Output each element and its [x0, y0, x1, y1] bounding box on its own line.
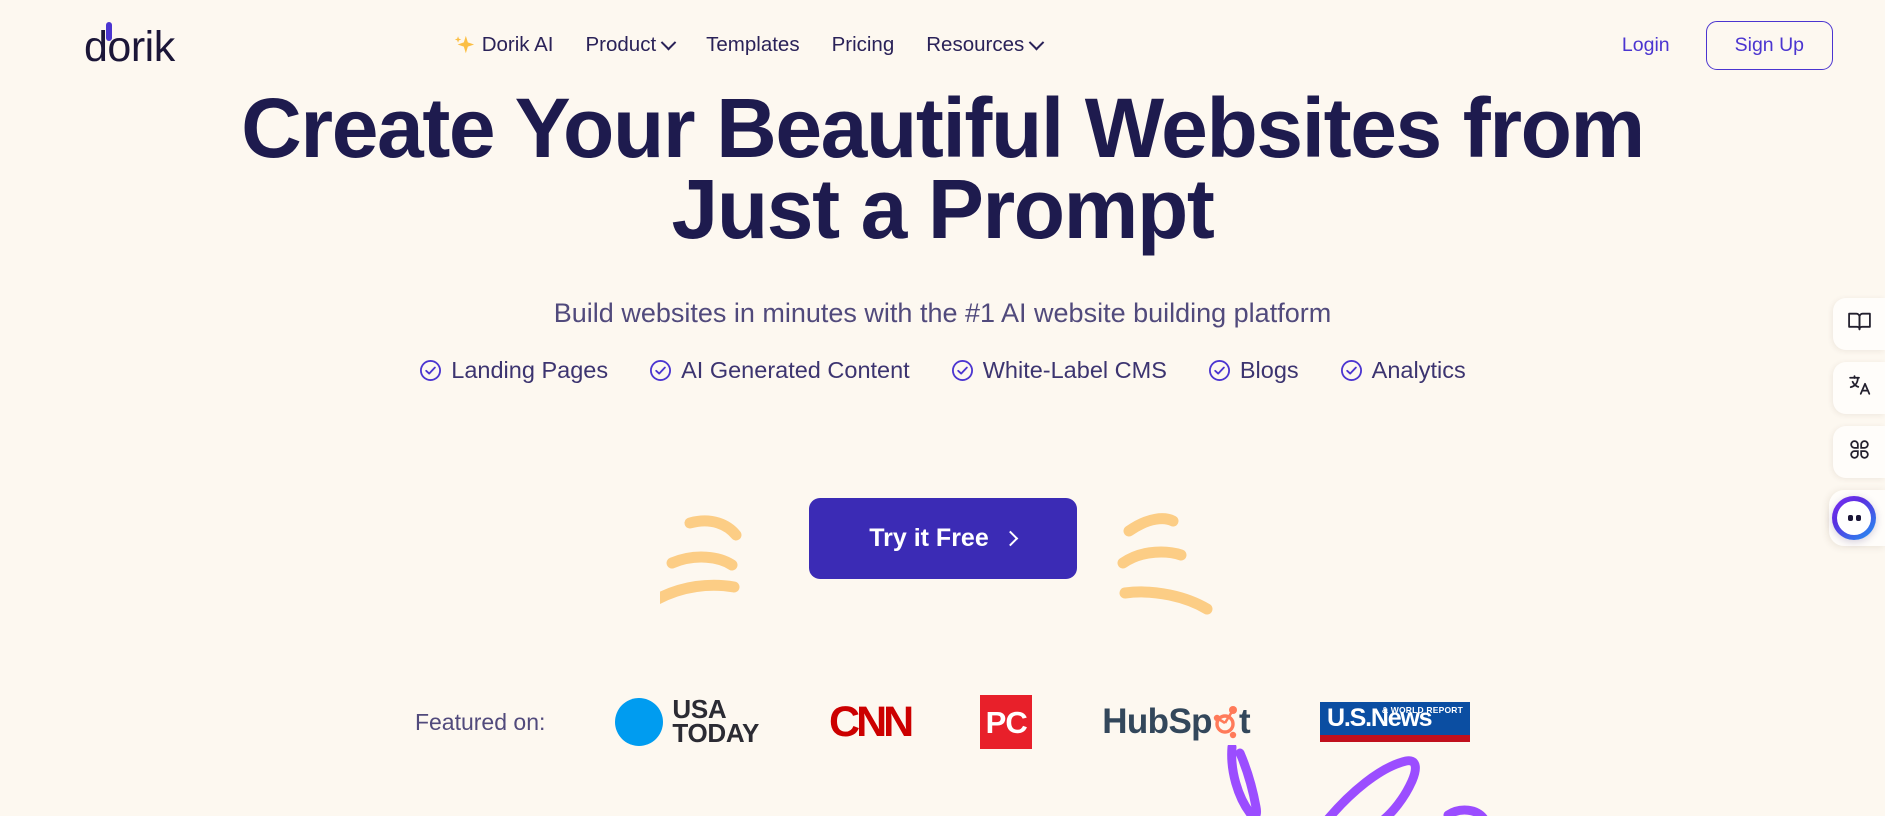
- nav-item-label: Pricing: [831, 33, 895, 56]
- decorative-squiggle: [1210, 742, 1510, 816]
- nav-item-label: Dorik AI: [481, 33, 554, 56]
- check-circle-icon: [419, 359, 442, 382]
- nav-item-dorik-ai[interactable]: Dorik AI: [453, 33, 554, 57]
- nav-item-pricing[interactable]: Pricing: [832, 33, 895, 57]
- featured-on-label: Featured on:: [414, 708, 546, 735]
- check-circle-icon: [1208, 359, 1231, 382]
- logo-text: dorik: [84, 22, 175, 71]
- sparkle-icon: [453, 34, 475, 56]
- feature-label: White-Label CMS: [982, 356, 1167, 383]
- hubspot-wordmark: HubSp: [1102, 702, 1212, 741]
- nav-links: Dorik AI Product Templates Pricing Resou…: [453, 33, 1045, 57]
- nav-item-label: Templates: [706, 33, 800, 56]
- feature-item-analytics: Analytics: [1340, 357, 1466, 384]
- logo-pcmag: PC: [980, 695, 1033, 749]
- feature-label: Analytics: [1371, 356, 1466, 383]
- nav-item-templates[interactable]: Templates: [706, 33, 799, 57]
- cta-label: Try it Free: [869, 524, 989, 552]
- logo-us-news: & WORLD REPORT U.S.News: [1320, 701, 1471, 743]
- feature-label: Landing Pages: [451, 356, 609, 383]
- nav-item-resources[interactable]: Resources: [926, 33, 1045, 57]
- chevron-down-icon: [660, 34, 677, 50]
- hero-title-line-2: Just a Prompt: [671, 162, 1215, 257]
- book-icon: [1847, 309, 1872, 339]
- float-button-language[interactable]: [1833, 362, 1885, 414]
- usa-today-dot-icon: [615, 698, 664, 746]
- pcmag-wordmark: PC: [985, 704, 1028, 740]
- feature-label: AI Generated Content: [681, 356, 910, 383]
- chat-eye-right: [1855, 515, 1861, 521]
- featured-on-section: Featured on: USA TODAY CNN PC HubSp t & …: [0, 695, 1885, 749]
- signup-button[interactable]: Sign Up: [1705, 20, 1833, 70]
- chevron-down-icon: [1028, 34, 1045, 50]
- logo-cnn: CNN: [829, 697, 914, 747]
- nav-item-label: Resources: [926, 33, 1025, 56]
- hero-title-line-1: Create Your Beautiful Websites from: [241, 81, 1645, 175]
- hubspot-wordmark-tail: t: [1238, 702, 1251, 741]
- check-circle-icon: [649, 359, 672, 382]
- cta-container: Try it Free: [0, 498, 1885, 579]
- check-circle-icon: [951, 359, 974, 382]
- nav-item-label: Product: [585, 33, 657, 56]
- hero-subtitle: Build websites in minutes with the #1 AI…: [553, 297, 1332, 328]
- translate-icon: [1847, 373, 1872, 403]
- apps-grid-icon: [1847, 437, 1872, 467]
- page-title: Create Your Beautiful Websites from Just…: [0, 86, 1885, 251]
- nav-item-product[interactable]: Product: [585, 33, 677, 57]
- try-it-free-button[interactable]: Try it Free: [808, 498, 1077, 579]
- chat-bot-icon: [1832, 496, 1876, 540]
- logo-accent-bar: [106, 21, 112, 41]
- brand-logo[interactable]: dorik: [84, 21, 175, 71]
- feature-item-ai-generated-content: AI Generated Content: [649, 357, 910, 384]
- login-link[interactable]: Login: [1622, 34, 1670, 57]
- nav-actions: Login Sign Up: [1622, 20, 1833, 70]
- feature-item-blogs: Blogs: [1208, 357, 1299, 384]
- hero-section: Create Your Beautiful Websites from Just…: [0, 86, 1885, 384]
- navbar: dorik Dorik AI Product Templates Pricing…: [0, 0, 1885, 90]
- floating-toolbar: [1829, 298, 1885, 546]
- logo-usa-today: USA TODAY: [615, 696, 760, 748]
- us-news-tagline: & WORLD REPORT: [1381, 704, 1464, 715]
- check-circle-icon: [1340, 359, 1363, 382]
- feature-item-white-label-cms: White-Label CMS: [951, 357, 1167, 384]
- float-button-apps[interactable]: [1833, 426, 1885, 478]
- chat-eye-left: [1847, 515, 1853, 521]
- cnn-wordmark: CNN: [829, 697, 914, 746]
- hubspot-sprocket-icon: [1213, 706, 1237, 739]
- chevron-right-icon: [1002, 530, 1019, 547]
- feature-list: Landing Pages AI Generated Content White…: [0, 357, 1885, 384]
- feature-item-landing-pages: Landing Pages: [419, 357, 608, 384]
- logo-hubspot: HubSp t: [1102, 702, 1250, 742]
- float-button-chat[interactable]: [1829, 490, 1885, 546]
- feature-label: Blogs: [1239, 356, 1299, 383]
- usa-today-line-2: TODAY: [672, 718, 760, 748]
- float-button-docs[interactable]: [1833, 298, 1885, 350]
- landing-page: dorik Dorik AI Product Templates Pricing…: [0, 0, 1885, 816]
